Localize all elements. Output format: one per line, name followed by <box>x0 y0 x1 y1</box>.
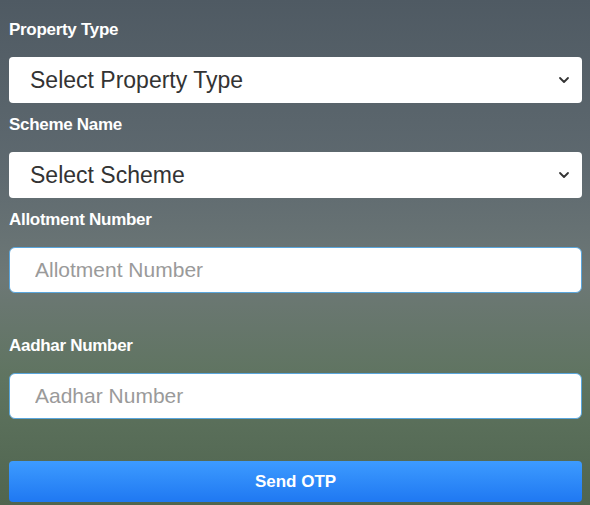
select-box[interactable]: Select Property Type <box>9 57 582 103</box>
input-field: Aadhar Number <box>9 335 582 419</box>
send-otp-button[interactable]: Send OTP <box>9 461 582 502</box>
select-field: Property Type Select Property Type <box>9 19 582 103</box>
select-box[interactable]: Select Scheme <box>9 152 582 198</box>
page-background: Property Type Select Property Type Scheme … <box>0 0 590 505</box>
text-input[interactable] <box>9 247 582 293</box>
otp-form: Property Type Select Property Type Scheme … <box>0 0 590 502</box>
input-field: Allotment Number <box>9 209 582 293</box>
field-label: Scheme Name <box>9 114 582 136</box>
select-value: Select Scheme <box>30 162 185 189</box>
select-value: Select Property Type <box>30 67 243 94</box>
field-label: Aadhar Number <box>9 335 582 357</box>
chevron-down-icon <box>558 169 570 181</box>
field-label: Property Type <box>9 19 582 41</box>
chevron-down-icon <box>558 74 570 86</box>
field-label: Allotment Number <box>9 209 582 231</box>
select-field: Scheme Name Select Scheme <box>9 114 582 198</box>
text-input[interactable] <box>9 373 582 419</box>
